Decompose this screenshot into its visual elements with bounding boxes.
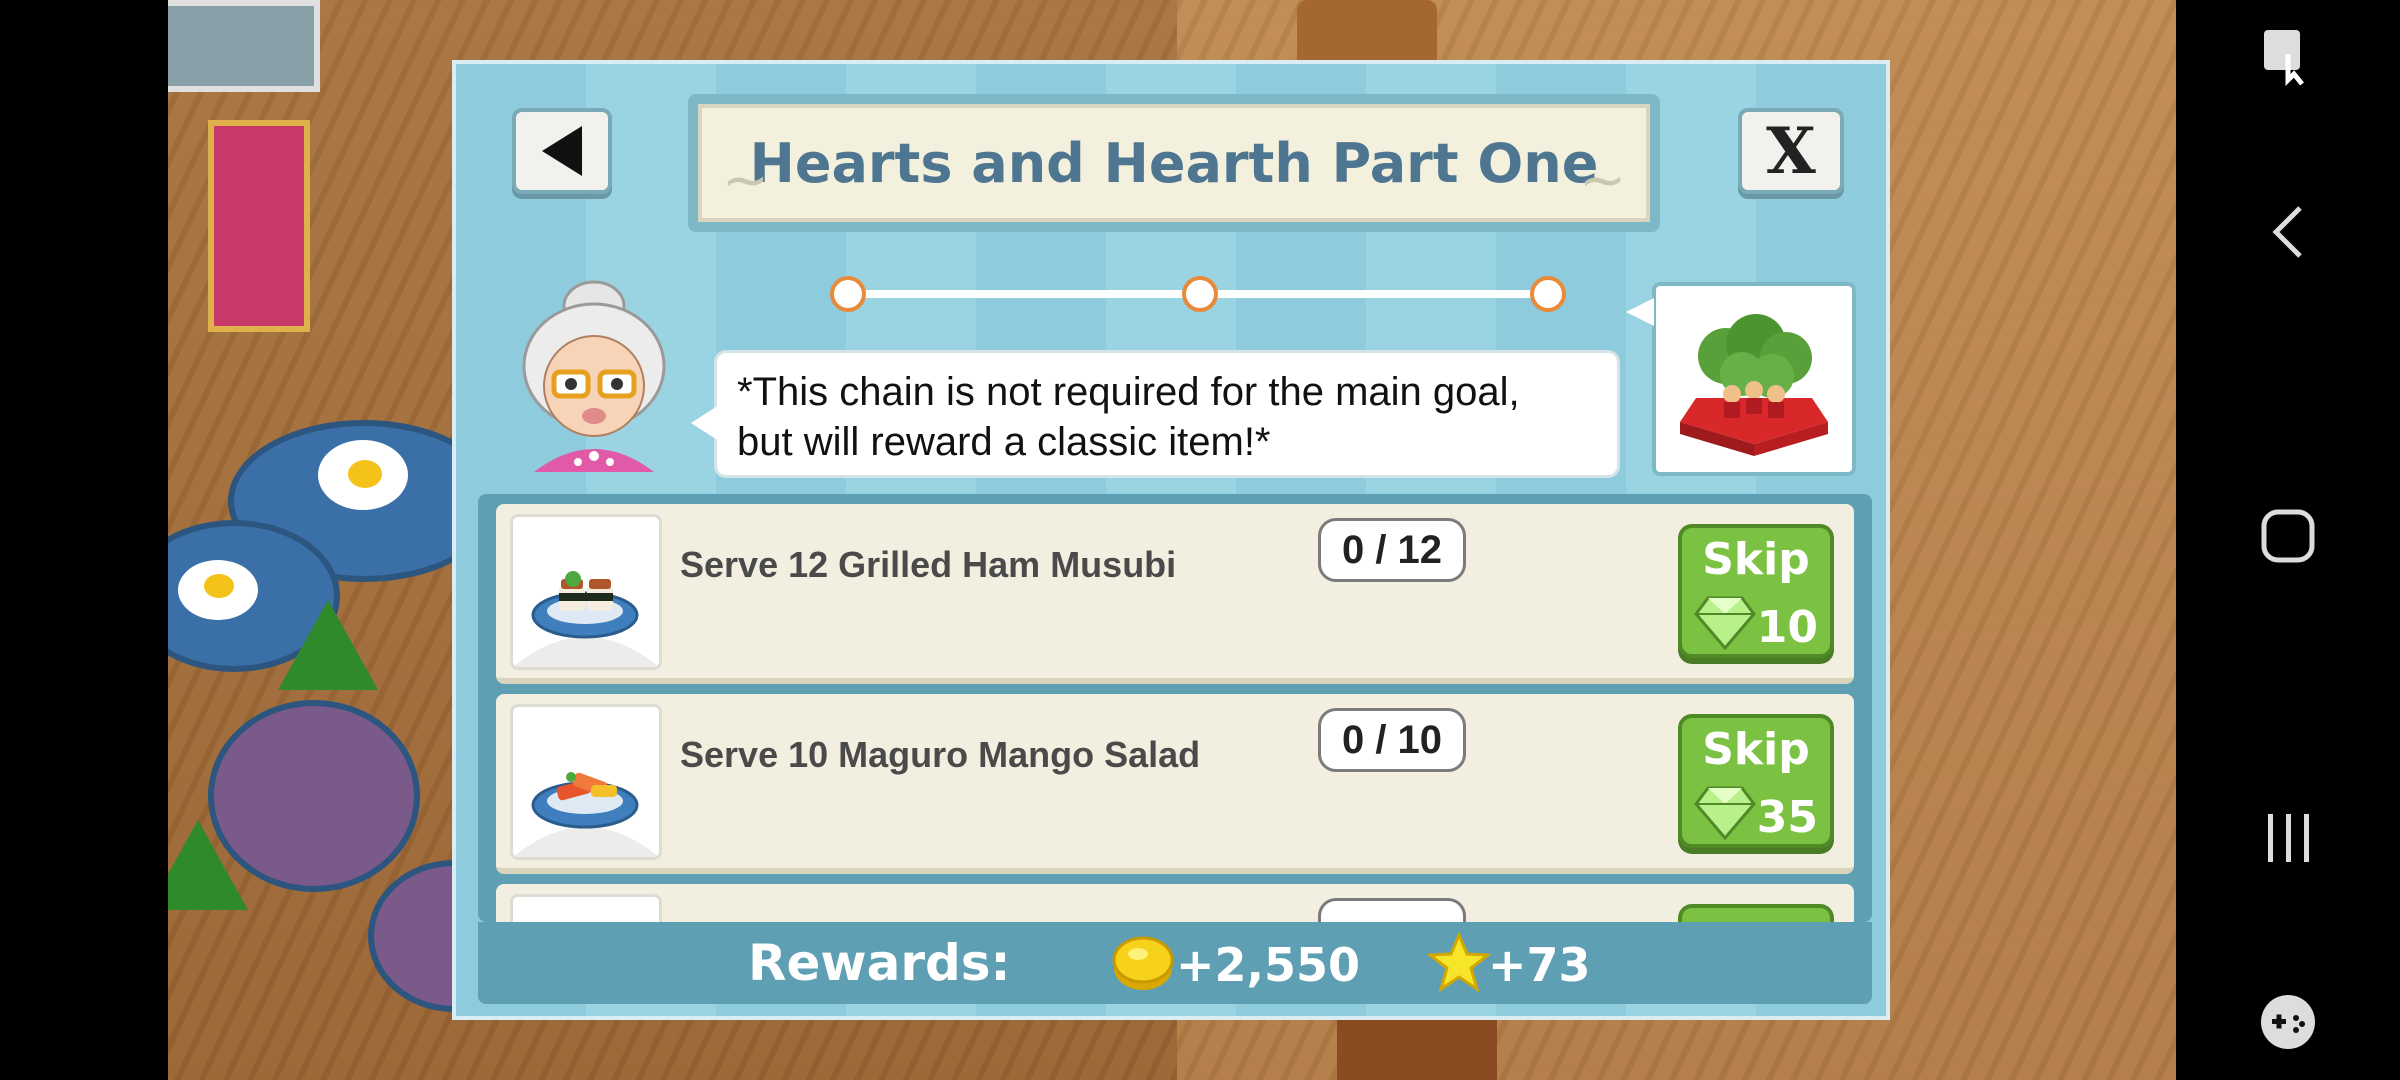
star-icon [1428,932,1490,993]
skip-label: Skip [1702,534,1810,585]
progress-node-2 [1182,276,1218,312]
musubi-dish-icon [510,514,662,670]
reward-coins: +2,550 [1176,938,1361,992]
bush [278,600,378,690]
wall-frame [208,120,310,332]
quest-dialog: ~ Hearts and Hearth Part One ~ X *This c… [452,60,1890,1020]
reward-item-preview[interactable] [1626,282,1856,476]
rewards-label: Rewards: [748,934,1011,992]
triangle-left-icon [542,126,582,176]
skip-label: Skip [1702,724,1810,775]
system-nav-bar [2176,0,2400,1080]
grandma-avatar [514,276,674,472]
progress-node-1 [830,276,866,312]
speech-line-1: *This chain is not required for the main… [737,370,1520,414]
quest-title: Hearts and Hearth Part One [749,131,1599,195]
progress-node-3 [1530,276,1566,312]
task-list[interactable]: Serve 12 Grilled Ham Musubi 0 / 12 Skip … [478,494,1872,922]
screen-pin-icon [2264,30,2304,87]
skip-button[interactable]: Skip 35 [1678,714,1834,848]
skip-cost: 10 [1756,602,1818,653]
skip-cost: 35 [1756,792,1818,843]
home-square-icon [2261,509,2315,563]
fruit-bowl [208,700,420,892]
close-button[interactable]: X [1738,108,1844,194]
gamepad-icon [2261,995,2315,1049]
swirl-left-decoration: ~ [722,148,769,213]
salad-dish-icon [510,704,662,860]
task-label: Serve 10 Maguro Mango Salad [680,734,1201,775]
skip-button[interactable] [1678,904,1834,922]
dish-icon [510,894,662,922]
quest-progress-track [830,276,1566,312]
yolk [348,460,382,488]
rewards-bar: Rewards: +2,550 +73 [478,922,1872,1004]
game-launcher-button[interactable] [2248,982,2328,1062]
task-row-partial [496,884,1854,922]
reward-stars: +73 [1488,938,1591,992]
swirl-right-decoration: ~ [1579,148,1626,213]
task-progress-count [1318,898,1466,922]
speech-line-2: but will reward a classic item!* [737,420,1271,464]
screen-pin-button[interactable] [2248,16,2328,96]
task-row: Serve 12 Grilled Ham Musubi 0 / 12 Skip … [496,504,1854,684]
gem-icon [1694,596,1756,650]
gem-icon [1694,786,1756,840]
recents-nav-button[interactable] [2248,798,2328,878]
skip-button[interactable]: Skip 10 [1678,524,1834,658]
speech-bubble: *This chain is not required for the main… [691,350,1620,478]
chevron-left-icon [2272,206,2302,258]
title-plate: ~ Hearts and Hearth Part One ~ [698,104,1650,222]
recents-icon [2268,814,2309,862]
back-button[interactable] [512,108,612,194]
title-banner: ~ Hearts and Hearth Part One ~ [688,94,1660,232]
back-nav-button[interactable] [2248,192,2328,272]
home-nav-button[interactable] [2248,496,2328,576]
task-progress-count: 0 / 12 [1318,518,1466,582]
window-frame [168,0,320,92]
task-row: Serve 10 Maguro Mango Salad 0 / 10 Skip … [496,694,1854,874]
garden-stage-icon [1680,314,1828,456]
task-label: Serve 12 Grilled Ham Musubi [680,544,1177,585]
yolk [204,574,234,598]
coin-icon [1112,936,1174,990]
task-progress-count: 0 / 10 [1318,708,1466,772]
